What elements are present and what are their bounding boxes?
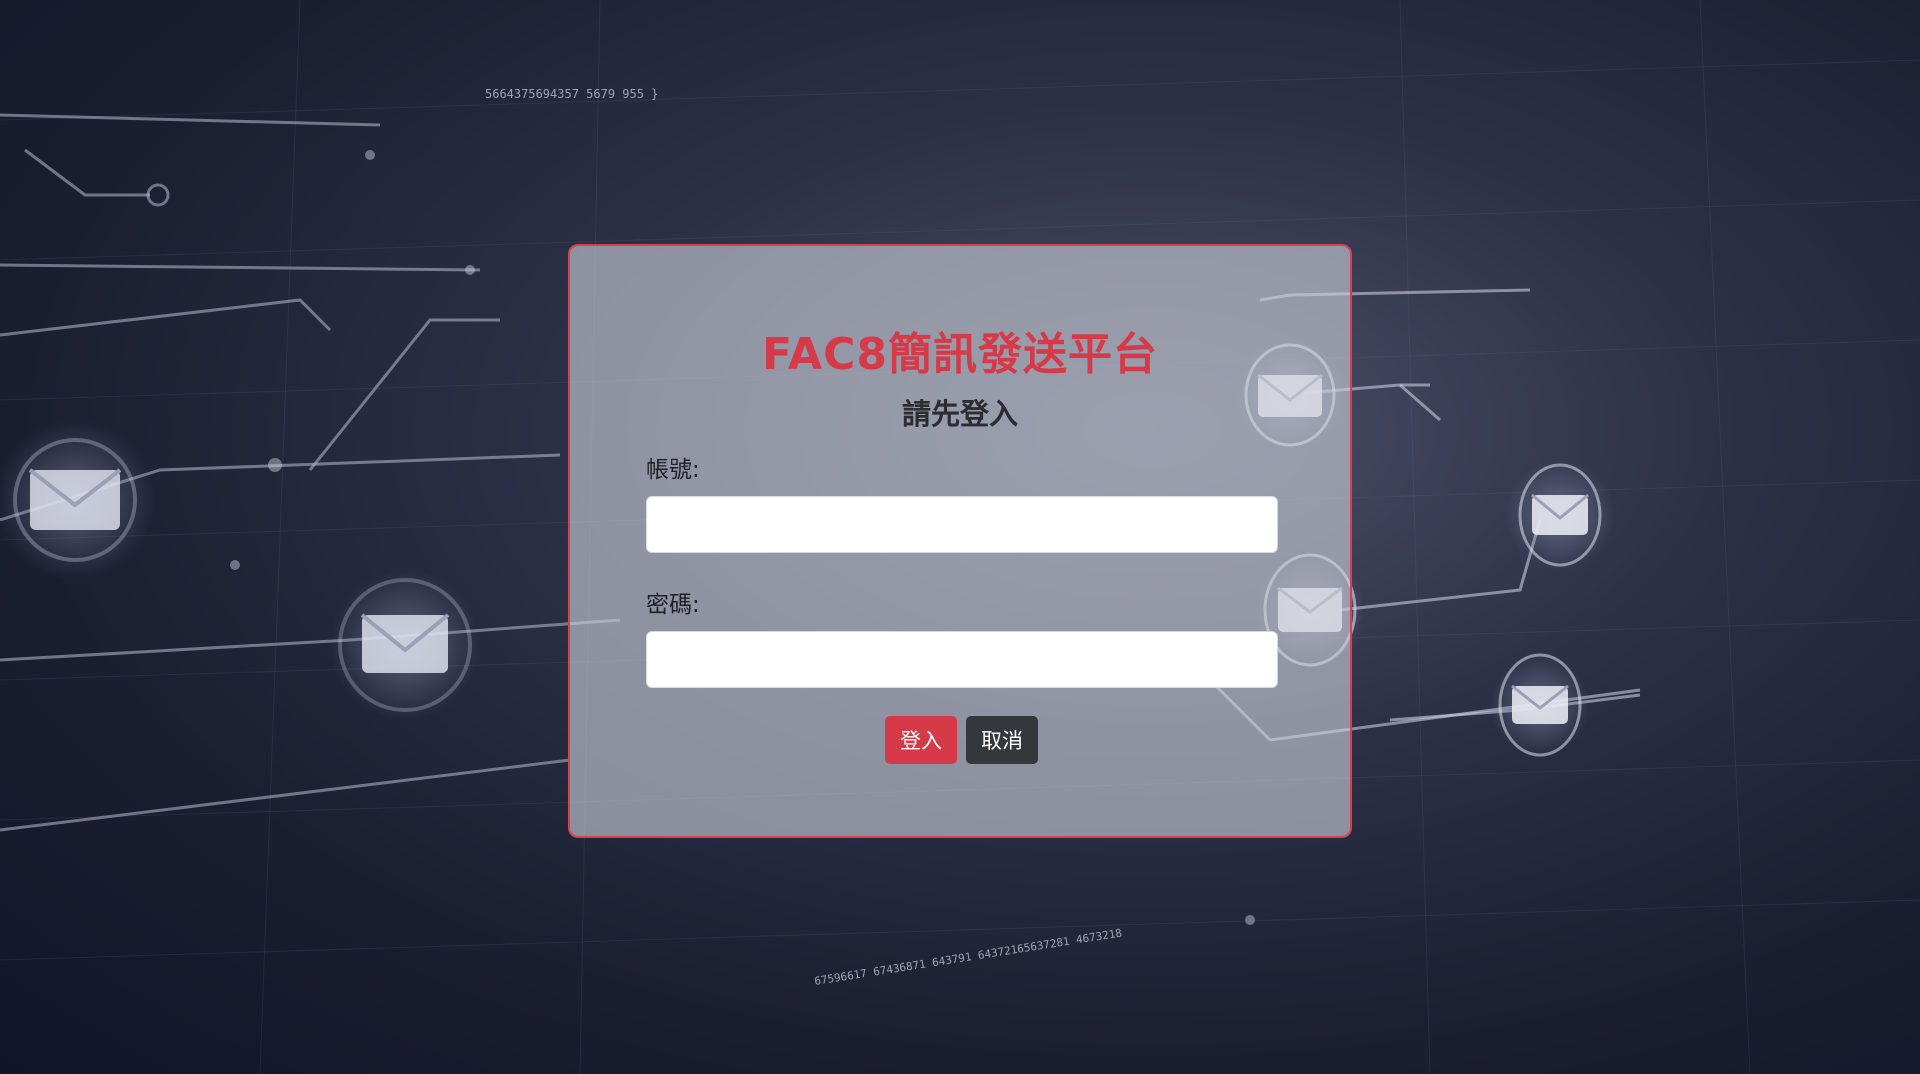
password-label: 密碼:: [646, 592, 700, 618]
background-code-text: 67596617 67436871 643791 64372165637281 …: [813, 926, 1122, 988]
login-button[interactable]: 登入: [885, 716, 957, 764]
background-code-text: 5664375694357 5679 955 }: [485, 87, 658, 101]
cancel-button[interactable]: 取消: [966, 716, 1038, 764]
username-input[interactable]: [646, 496, 1278, 553]
username-label: 帳號:: [646, 457, 700, 483]
page-title: FAC8簡訊發送平台: [762, 329, 1158, 380]
login-prompt: 請先登入: [901, 397, 1018, 431]
password-input[interactable]: [646, 631, 1278, 688]
login-card: FAC8簡訊發送平台 請先登入 帳號: 密碼: 登入 取消: [568, 244, 1352, 838]
